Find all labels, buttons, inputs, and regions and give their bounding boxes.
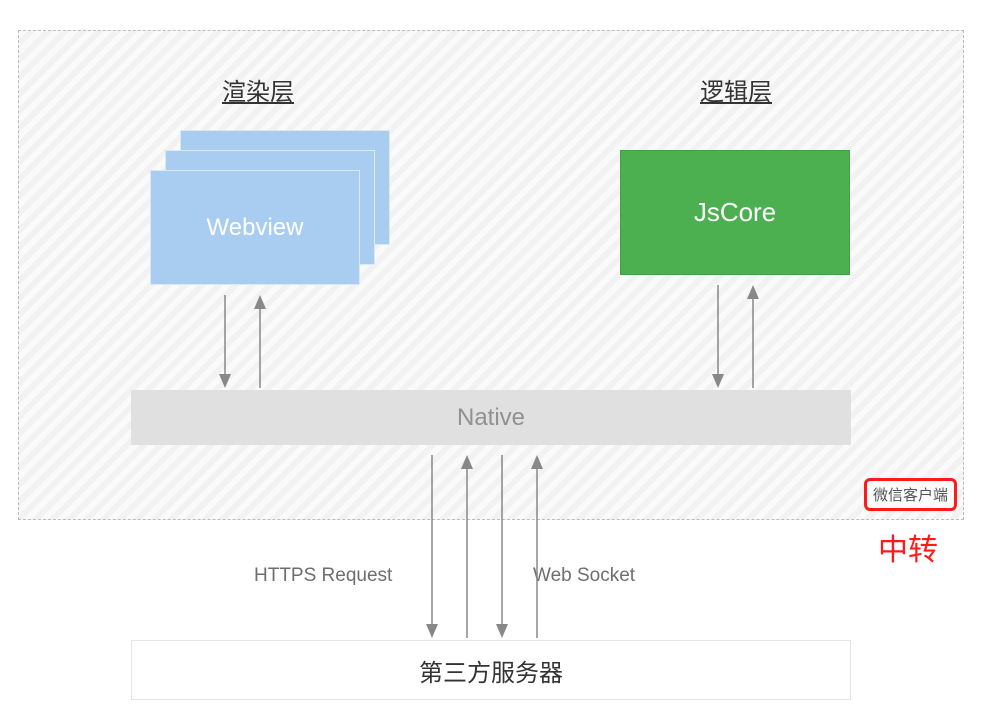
server-box: 第三方服务器	[131, 640, 851, 700]
native-box: Native	[131, 390, 851, 445]
wechat-client-annotation-box: 微信客户端	[864, 478, 957, 511]
webview-label: Webview	[207, 214, 304, 242]
webview-card-front: Webview	[150, 170, 360, 285]
https-request-label: HTTPS Request	[254, 565, 392, 587]
render-layer-title: 渲染层	[222, 72, 294, 107]
server-label: 第三方服务器	[419, 653, 563, 688]
native-label: Native	[457, 404, 525, 432]
jscore-box: JsCore	[620, 150, 850, 275]
websocket-label: Web Socket	[533, 565, 635, 587]
diagram-canvas: 渲染层 逻辑层 Webview JsCore Native 第三方服务器 HTT…	[0, 0, 984, 718]
jscore-label: JsCore	[694, 197, 776, 228]
relay-annotation: 中转	[878, 525, 938, 569]
wechat-client-annotation-label: 微信客户端	[873, 487, 948, 504]
logic-layer-title: 逻辑层	[700, 72, 772, 107]
